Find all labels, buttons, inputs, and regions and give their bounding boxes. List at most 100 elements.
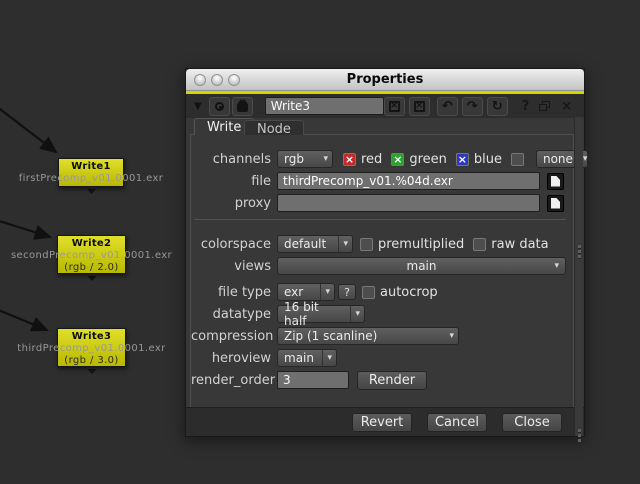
compression-label: compression: [191, 328, 274, 344]
node-filename: secondPrecomp_v01.0001.exr: [10, 250, 173, 261]
float-window-icon[interactable]: [539, 100, 551, 112]
datatype-label: datatype: [212, 306, 271, 322]
channel-alpha-checkbox[interactable]: [510, 152, 524, 166]
no-animation-button-1[interactable]: ×: [383, 96, 405, 116]
connector-arrow-write2: [0, 220, 53, 240]
views-dropdown[interactable]: main ▾: [277, 257, 566, 275]
undo-icon: ↶: [441, 98, 453, 114]
render-order-label: render_order: [191, 372, 276, 388]
revert-knobs-button[interactable]: ↻: [486, 96, 508, 116]
node-title: Write3: [71, 331, 112, 342]
node-write1[interactable]: Write1 firstPrecomp_v01.0001.exr: [19, 158, 163, 187]
datatype-dropdown[interactable]: 16 bit half ▾: [277, 300, 365, 328]
close-traffic-light[interactable]: [194, 74, 206, 86]
recycle-arrow-icon: ↻: [491, 98, 503, 114]
revert-button[interactable]: Revert: [352, 412, 412, 432]
colorspace-row: colorspace default ▾ premultiplied raw d…: [191, 234, 569, 254]
proxy-input[interactable]: [277, 194, 540, 212]
tab-content: channels rgb ▾ × red × green × blue none…: [190, 134, 588, 409]
chevron-down-icon: ▾: [338, 236, 352, 252]
postage-stamp-button[interactable]: [231, 96, 253, 116]
channels-dropdown[interactable]: rgb ▾: [277, 150, 333, 168]
redo-button[interactable]: ↷: [461, 96, 483, 116]
channel-blue-checkbox[interactable]: ×: [455, 152, 469, 166]
colorspace-label: colorspace: [200, 236, 271, 252]
proxy-row: proxy: [191, 193, 569, 213]
proxy-label: proxy: [234, 195, 271, 211]
minimize-traffic-light[interactable]: [211, 74, 223, 86]
channel-green-checkbox[interactable]: ×: [391, 152, 405, 166]
panel-toolbar: ▼ × × ↶ ↷ ↻ ? ×: [186, 94, 584, 118]
file-row: file: [191, 171, 569, 191]
channel-blue-label: blue: [473, 151, 502, 167]
render-button[interactable]: Render: [357, 370, 427, 390]
footer-bar: Revert Cancel Close: [186, 407, 584, 436]
channel-red-label: red: [361, 151, 383, 167]
heroview-dropdown[interactable]: main ▾: [277, 349, 337, 367]
file-label: file: [251, 173, 271, 189]
box-x-icon: ×: [388, 100, 400, 112]
section-divider: [194, 219, 566, 220]
tab-node[interactable]: Node: [244, 120, 304, 137]
heroview-label: heroview: [211, 350, 271, 366]
undo-button[interactable]: ↶: [436, 96, 458, 116]
properties-window: Properties ▼ × × ↶ ↷ ↻ ? × Write Node ch…: [185, 68, 588, 442]
compression-dropdown[interactable]: Zip (1 scanline) ▾: [277, 327, 459, 345]
scrollbar-grip: [578, 245, 581, 258]
heroview-row: heroview main ▾: [191, 348, 569, 368]
proxy-browse-button[interactable]: [547, 194, 564, 212]
colorspace-dropdown[interactable]: default ▾: [277, 235, 353, 253]
autocrop-checkbox[interactable]: [362, 285, 375, 299]
connector-arrow-write3: [0, 309, 50, 332]
close-button[interactable]: Close: [502, 412, 562, 432]
node-write2[interactable]: Write2 secondPrecomp_v01.0001.exr (rgb /…: [11, 235, 172, 274]
datatype-row: datatype 16 bit half ▾: [191, 300, 569, 328]
channel-red-checkbox[interactable]: ×: [343, 152, 356, 166]
autocrop-label: autocrop: [380, 284, 438, 300]
views-label: views: [234, 258, 271, 274]
center-node-button[interactable]: [208, 96, 230, 116]
collapse-panel-icon[interactable]: ▼: [194, 101, 202, 112]
output-stub-write1: [87, 189, 96, 194]
file-type-row: file type exr ▾ ? autocrop: [191, 282, 569, 302]
premultiplied-label: premultiplied: [378, 236, 465, 252]
output-stub-write3: [87, 369, 97, 374]
target-icon: [214, 101, 224, 111]
channels-label: channels: [212, 151, 271, 167]
render-order-row: render_order Render: [191, 370, 569, 390]
chevron-down-icon: ▾: [322, 350, 336, 366]
chevron-down-icon: ▾: [449, 331, 454, 341]
node-write3[interactable]: Write3 thirdPrecomp_v01.0001.exr (rgb / …: [17, 328, 165, 367]
render-order-input[interactable]: [277, 371, 349, 389]
raw-data-checkbox[interactable]: [473, 237, 487, 251]
premultiplied-checkbox[interactable]: [360, 237, 373, 251]
node-name-input[interactable]: [264, 97, 384, 115]
chevron-down-icon: ▾: [320, 284, 334, 300]
node-filename: firstPrecomp_v01.0001.exr: [18, 173, 164, 184]
file-browser-icon: [551, 197, 560, 209]
raw-data-label: raw data: [491, 236, 549, 252]
output-stub-write2: [87, 276, 97, 281]
redo-icon: ↷: [466, 98, 478, 114]
close-panel-icon[interactable]: ×: [557, 99, 576, 114]
window-titlebar[interactable]: Properties: [186, 69, 584, 91]
help-icon[interactable]: ?: [518, 99, 534, 114]
file-browse-button[interactable]: [547, 172, 564, 190]
file-type-dropdown[interactable]: exr ▾: [277, 283, 335, 301]
scrollbar[interactable]: [574, 117, 583, 442]
views-row: views main ▾: [191, 256, 569, 276]
node-filename: thirdPrecomp_v01.0001.exr: [17, 343, 166, 354]
file-browser-icon: [551, 175, 560, 187]
compression-row: compression Zip (1 scanline) ▾: [191, 326, 569, 346]
no-animation-button-2[interactable]: ×: [408, 96, 430, 116]
node-title: Write2: [71, 238, 112, 249]
file-input[interactable]: [277, 172, 540, 190]
channel-green-label: green: [409, 151, 447, 167]
file-type-help-button[interactable]: ?: [338, 284, 356, 300]
cancel-button[interactable]: Cancel: [427, 412, 487, 432]
box-x-icon: ×: [413, 100, 425, 112]
channels-row: channels rgb ▾ × red × green × blue none…: [191, 149, 588, 169]
node-channels-info: (rgb / 3.0): [64, 355, 119, 366]
window-title: Properties: [346, 72, 424, 87]
zoom-traffic-light[interactable]: [228, 74, 240, 86]
